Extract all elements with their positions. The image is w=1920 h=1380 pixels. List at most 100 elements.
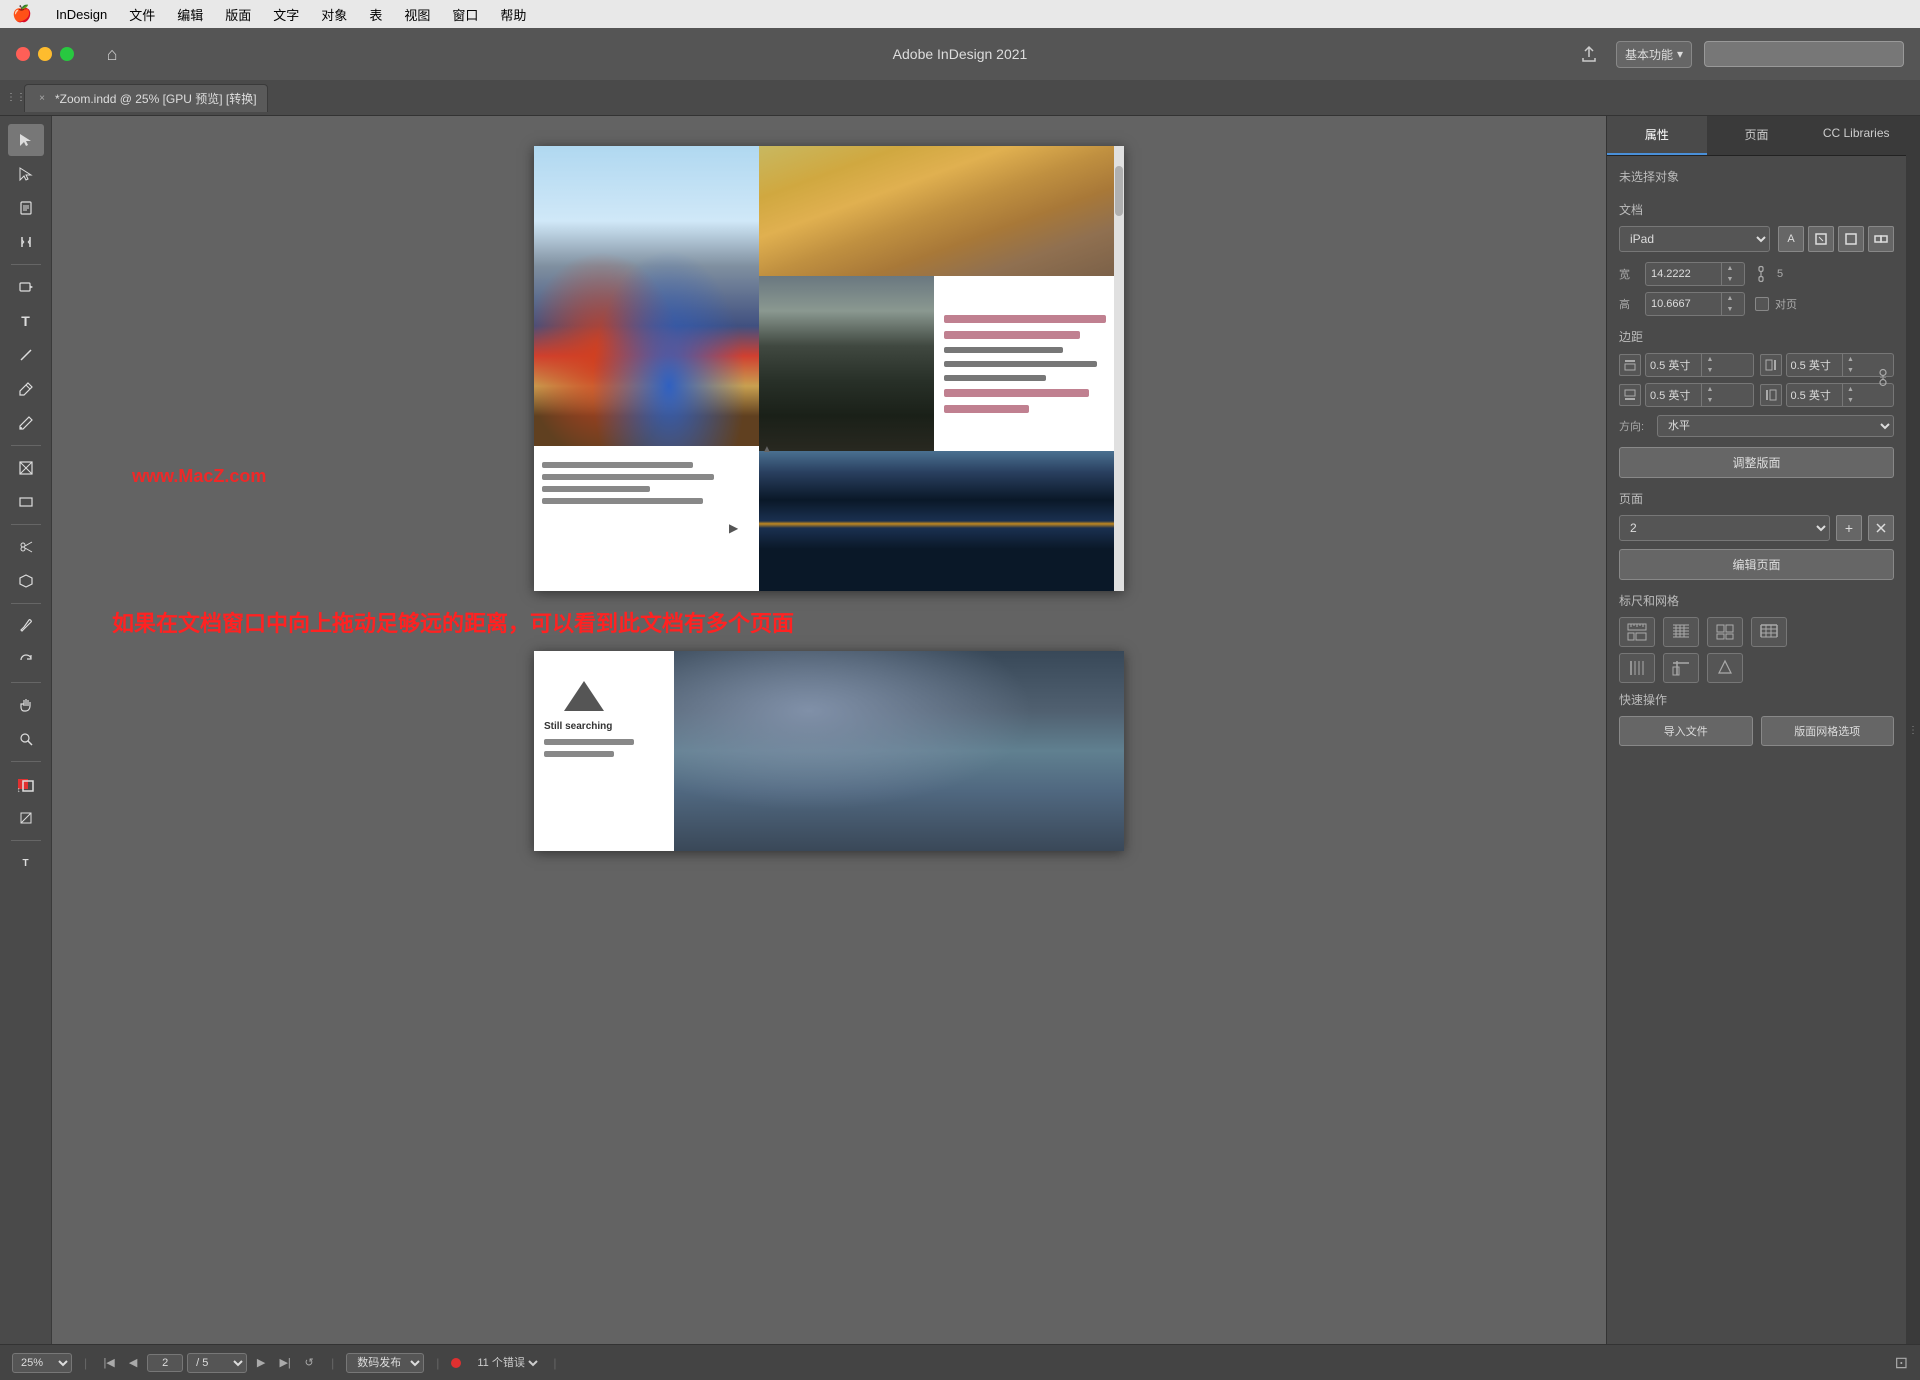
adjust-layout-button[interactable]: 调整版面 — [1619, 447, 1894, 478]
margin-right-input[interactable] — [1787, 356, 1842, 374]
margin-right-down[interactable]: ▼ — [1843, 365, 1859, 376]
tab-close-button[interactable]: × — [35, 91, 49, 105]
menu-file[interactable]: 文件 — [125, 3, 159, 26]
menu-window[interactable]: 窗口 — [448, 3, 482, 26]
tab-drag-handle[interactable]: ⋮⋮ — [8, 90, 24, 106]
preset-icon-1[interactable]: A — [1778, 226, 1804, 252]
eyedropper-tool[interactable] — [8, 610, 44, 642]
ruler-icon-5[interactable] — [1619, 653, 1655, 683]
share-icon[interactable] — [1574, 39, 1604, 69]
rotate-spread-button[interactable]: ↺ — [299, 1353, 319, 1373]
overflow-arrow[interactable]: ▶ — [729, 521, 738, 535]
prev-page-button[interactable]: ◀ — [123, 1353, 143, 1373]
search-input[interactable] — [1704, 41, 1904, 67]
zoom-select[interactable]: 25% 50% 100% — [12, 1353, 72, 1373]
frame-grid-options-button[interactable]: 版面网格选项 — [1761, 716, 1895, 746]
right-panel-collapse-handle[interactable]: ⋮ — [1906, 116, 1920, 1344]
pencil-tool[interactable] — [8, 407, 44, 439]
apple-menu[interactable]: 🍎 — [12, 4, 32, 24]
document-preset-select[interactable]: iPad — [1619, 226, 1770, 252]
ruler-icon-7[interactable] — [1707, 653, 1743, 683]
next-page-button[interactable]: ▶ — [251, 1353, 271, 1373]
fit-page-button[interactable]: ⊡ — [1895, 1353, 1908, 1373]
rectangle-tool[interactable] — [8, 486, 44, 518]
menu-indesign[interactable]: InDesign — [52, 5, 111, 24]
gap-tool[interactable] — [8, 226, 44, 258]
preset-icon-3[interactable] — [1838, 226, 1864, 252]
menu-layout[interactable]: 版面 — [221, 3, 255, 26]
first-page-button[interactable]: |◀ — [99, 1353, 119, 1373]
transform-tool[interactable] — [8, 565, 44, 597]
width-spin-down[interactable]: ▼ — [1722, 274, 1738, 285]
fill-stroke-tool[interactable]: ↕ — [8, 768, 44, 800]
margin-right-icon[interactable] — [1760, 354, 1782, 376]
margin-bottom-input[interactable] — [1646, 386, 1701, 404]
scroll-up-arrow[interactable]: ▲ — [762, 444, 772, 455]
margin-top-up[interactable]: ▲ — [1702, 354, 1718, 365]
margin-bottom-icon[interactable] — [1619, 384, 1641, 406]
margin-left-input[interactable] — [1787, 386, 1842, 404]
margin-bottom-up[interactable]: ▲ — [1702, 384, 1718, 395]
height-spin-up[interactable]: ▲ — [1722, 293, 1738, 304]
canvas-area[interactable]: www.MacZ.com 如果在文档窗口中向上拖动足够远的距离，可以看到此文档有… — [52, 116, 1606, 1344]
ruler-icon-3[interactable] — [1707, 617, 1743, 647]
margin-left-down[interactable]: ▼ — [1843, 395, 1859, 406]
tab-properties[interactable]: 属性 — [1607, 116, 1707, 155]
pen-tool[interactable] — [8, 373, 44, 405]
facing-pages-checkbox[interactable] — [1755, 297, 1769, 311]
margin-chain-icon[interactable] — [1876, 368, 1890, 393]
ruler-icon-2[interactable] — [1663, 617, 1699, 647]
apply-none-tool[interactable] — [8, 802, 44, 834]
menu-help[interactable]: 帮助 — [496, 3, 530, 26]
selection-tool[interactable] — [8, 124, 44, 156]
menu-type[interactable]: 文字 — [269, 3, 303, 26]
page-number-select[interactable]: 2 — [1619, 515, 1830, 541]
line-tool[interactable] — [8, 339, 44, 371]
ruler-icon-1[interactable] — [1619, 617, 1655, 647]
margin-bottom-down[interactable]: ▼ — [1702, 395, 1718, 406]
document-tab[interactable]: × *Zoom.indd @ 25% [GPU 预览] [转换] — [24, 84, 268, 112]
margin-right-up[interactable]: ▲ — [1843, 354, 1859, 365]
fullscreen-window-button[interactable] — [60, 47, 74, 61]
frame-tool[interactable] — [8, 452, 44, 484]
workspace-selector[interactable]: 基本功能 ▾ — [1616, 41, 1692, 68]
direction-select[interactable]: 水平 垂直 — [1657, 415, 1894, 437]
width-spin-up[interactable]: ▲ — [1722, 263, 1738, 274]
last-page-button[interactable]: ▶| — [275, 1353, 295, 1373]
tab-pages[interactable]: 页面 — [1707, 116, 1807, 155]
menu-edit[interactable]: 编辑 — [173, 3, 207, 26]
menu-table[interactable]: 表 — [365, 3, 386, 26]
preset-icon-4[interactable] — [1868, 226, 1894, 252]
minimize-window-button[interactable] — [38, 47, 52, 61]
close-window-button[interactable] — [16, 47, 30, 61]
ruler-icon-4[interactable] — [1751, 617, 1787, 647]
home-icon[interactable]: ⌂ — [98, 40, 126, 68]
margin-top-input[interactable] — [1646, 356, 1701, 374]
height-spin-down[interactable]: ▼ — [1722, 304, 1738, 315]
ruler-icon-6[interactable] — [1663, 653, 1699, 683]
rotate-tool[interactable] — [8, 644, 44, 676]
margin-left-icon[interactable] — [1760, 384, 1782, 406]
scroll-bar[interactable] — [1114, 146, 1124, 591]
total-pages-select[interactable]: / 5 — [187, 1353, 247, 1373]
import-file-button[interactable]: 导入文件 — [1619, 716, 1753, 746]
chain-icon[interactable] — [1751, 264, 1771, 284]
width-input[interactable] — [1646, 265, 1721, 283]
margin-top-down[interactable]: ▼ — [1702, 365, 1718, 376]
height-input[interactable] — [1646, 295, 1721, 313]
direct-selection-tool[interactable] — [8, 158, 44, 190]
margin-left-up[interactable]: ▲ — [1843, 384, 1859, 395]
menu-object[interactable]: 对象 — [317, 3, 351, 26]
edit-page-button[interactable]: 编辑页面 — [1619, 549, 1894, 580]
type-on-path-tool[interactable]: T — [8, 847, 44, 879]
menu-view[interactable]: 视图 — [400, 3, 434, 26]
page-tool[interactable] — [8, 192, 44, 224]
content-collector-tool[interactable] — [8, 271, 44, 303]
errors-select[interactable]: 11 个错误 — [473, 1356, 541, 1370]
tab-cc-libraries[interactable]: CC Libraries — [1806, 116, 1906, 155]
zoom-tool[interactable] — [8, 723, 44, 755]
publish-select[interactable]: 数码发布 — [346, 1353, 424, 1373]
type-tool[interactable]: T — [8, 305, 44, 337]
page-number-field[interactable] — [147, 1354, 183, 1372]
margin-top-icon[interactable] — [1619, 354, 1641, 376]
